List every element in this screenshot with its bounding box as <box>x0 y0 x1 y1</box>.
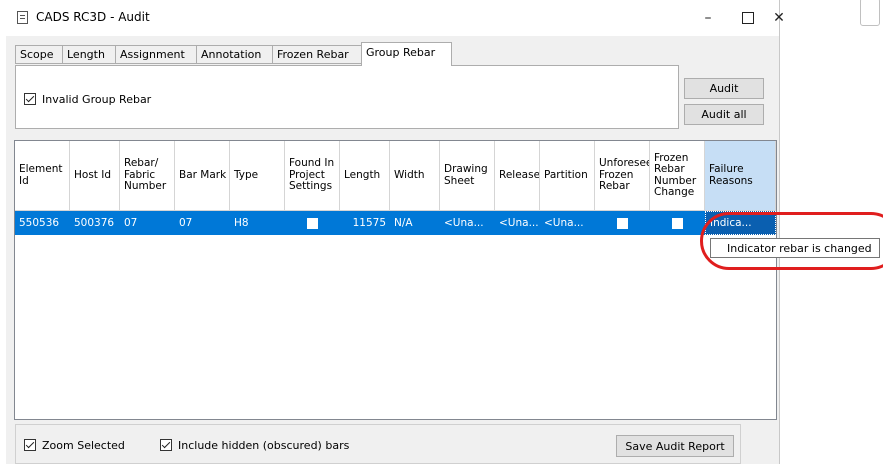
column-header-bar-mark[interactable]: Bar Mark <box>175 141 230 211</box>
include-hidden-label: Include hidden (obscured) bars <box>178 439 350 452</box>
options-panel: Zoom Selected Include hidden (obscured) … <box>15 424 741 464</box>
column-header-frozen-number-change[interactable]: Frozen Rebar Number Change <box>650 141 705 211</box>
minimize-button[interactable]: – <box>688 5 728 31</box>
cell-unforeseen-frozen[interactable] <box>595 211 650 235</box>
zoom-selected-label: Zoom Selected <box>42 439 125 452</box>
maximize-button[interactable] <box>728 5 768 31</box>
table-row[interactable]: 550536 500376 07 07 H8 11575 N/A <Una...… <box>15 211 776 235</box>
cell-host-id[interactable]: 500376 <box>70 211 120 235</box>
cell-found-in-settings[interactable] <box>285 211 340 235</box>
maximize-icon <box>742 12 754 24</box>
cell-width[interactable]: N/A <box>390 211 440 235</box>
tab-frozen-rebar[interactable]: Frozen Rebar <box>272 45 362 64</box>
group-rebar-panel: Invalid Group Rebar <box>15 65 679 129</box>
found-in-settings-checkbox[interactable] <box>307 217 318 229</box>
column-header-length[interactable]: Length <box>340 141 390 211</box>
column-header-failure-reasons[interactable]: Failure Reasons <box>705 141 776 211</box>
column-header-found-in-settings[interactable]: Found In Project Settings <box>285 141 340 211</box>
zoom-selected-checkbox[interactable] <box>24 439 36 451</box>
unforeseen-frozen-checkbox[interactable] <box>617 217 628 229</box>
invalid-group-rebar-label: Invalid Group Rebar <box>42 93 152 106</box>
audit-button[interactable]: Audit <box>684 78 764 99</box>
tab-assignment[interactable]: Assignment <box>115 45 197 64</box>
cell-element-id[interactable]: 550536 <box>15 211 70 235</box>
frozen-number-change-checkbox[interactable] <box>672 217 683 229</box>
cell-partition[interactable]: <Una... <box>540 211 595 235</box>
save-audit-report-button[interactable]: Save Audit Report <box>616 435 734 457</box>
column-header-unforeseen-frozen[interactable]: Unforeseen Frozen Rebar <box>595 141 650 211</box>
results-grid[interactable]: Element Id Host Id Rebar/ Fabric Number … <box>14 140 777 420</box>
cell-type[interactable]: H8 <box>230 211 285 235</box>
audit-window: CADS RC3D - Audit – ✕ Scope Length Assig… <box>6 0 785 464</box>
app-icon <box>17 11 28 24</box>
cell-drawing-sheet[interactable]: <Una... <box>440 211 495 235</box>
column-header-partition[interactable]: Partition <box>540 141 595 211</box>
column-header-drawing-sheet[interactable]: Drawing Sheet <box>440 141 495 211</box>
column-header-release[interactable]: Release <box>495 141 540 211</box>
invalid-group-rebar-checkbox[interactable] <box>24 93 36 105</box>
column-header-host-id[interactable]: Host Id <box>70 141 120 211</box>
tab-length[interactable]: Length <box>62 45 116 64</box>
cell-bar-mark[interactable]: 07 <box>175 211 230 235</box>
audit-all-button[interactable]: Audit all <box>684 104 764 125</box>
include-hidden-checkbox[interactable] <box>160 439 172 451</box>
close-button[interactable]: ✕ <box>764 5 794 31</box>
highlight-annotation <box>700 212 883 270</box>
column-header-rebar-number[interactable]: Rebar/ Fabric Number <box>120 141 175 211</box>
cell-length[interactable]: 11575 <box>340 211 390 235</box>
cell-rebar-number[interactable]: 07 <box>120 211 175 235</box>
title-bar[interactable]: CADS RC3D - Audit – ✕ <box>6 0 785 36</box>
column-header-width[interactable]: Width <box>390 141 440 211</box>
cell-release[interactable]: <Una... <box>495 211 540 235</box>
tab-group-rebar[interactable]: Group Rebar <box>361 42 452 66</box>
cell-frozen-number-change[interactable] <box>650 211 705 235</box>
tab-scope[interactable]: Scope <box>15 45 63 64</box>
tab-annotation[interactable]: Annotation <box>196 45 273 64</box>
column-header-type[interactable]: Type <box>230 141 285 211</box>
window-title: CADS RC3D - Audit <box>36 10 150 24</box>
background-window-edge <box>860 0 880 26</box>
column-header-element-id[interactable]: Element Id <box>15 141 70 211</box>
